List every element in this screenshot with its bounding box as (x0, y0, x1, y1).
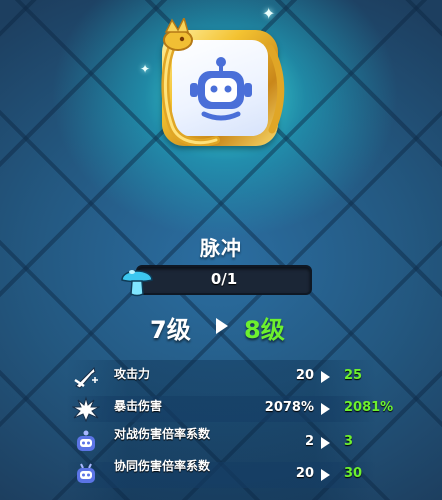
stat-row-pvp-multiplier: 对战伤害倍率系数 2 3 (66, 427, 376, 456)
skill-emblem (158, 18, 286, 146)
stat-current-value: 2078% (264, 400, 314, 415)
stat-name: 暴击伤害 (114, 399, 163, 413)
stat-name: 攻击力 (114, 367, 151, 381)
stat-name: 对战伤害倍率系数 (114, 427, 211, 441)
robot-icon (77, 430, 95, 451)
arrow-right-icon (321, 437, 330, 449)
stat-current-value: 20 (295, 466, 314, 481)
stat-row-coop-multiplier: 协同伤害倍率系数 20 30 (66, 459, 376, 488)
stat-name: 协同伤害倍率系数 (114, 459, 211, 473)
skill-name: 脉冲 (200, 236, 242, 260)
progress-text: 0/1 (210, 270, 238, 288)
stat-next-value: 25 (344, 368, 363, 383)
stat-row-crit: 暴击伤害 2078% 2081% (66, 396, 393, 422)
arrow-right-icon (321, 371, 330, 383)
stat-current-value: 2 (304, 434, 314, 449)
stat-current-value: 20 (295, 368, 314, 383)
next-level: 8级 (244, 316, 285, 344)
current-level: 7级 (150, 316, 191, 344)
sparkle-icon: ✦ (140, 62, 151, 76)
arrow-right-icon (321, 469, 330, 481)
robot-antenna-icon (77, 463, 95, 483)
robot-icon (190, 57, 252, 121)
attack-sword-icon (74, 367, 98, 389)
upgrade-progress-bar: 0/1 (136, 265, 312, 295)
arrow-right-icon (216, 318, 228, 334)
stat-row-attack: 攻击力 20 25 (66, 364, 376, 390)
mushroom-icon (121, 270, 153, 297)
stat-next-value: 3 (344, 434, 354, 449)
stat-next-value: 30 (344, 466, 363, 481)
stat-next-value: 2081% (344, 400, 394, 415)
crit-burst-icon (72, 396, 100, 422)
arrow-right-icon (321, 403, 330, 415)
